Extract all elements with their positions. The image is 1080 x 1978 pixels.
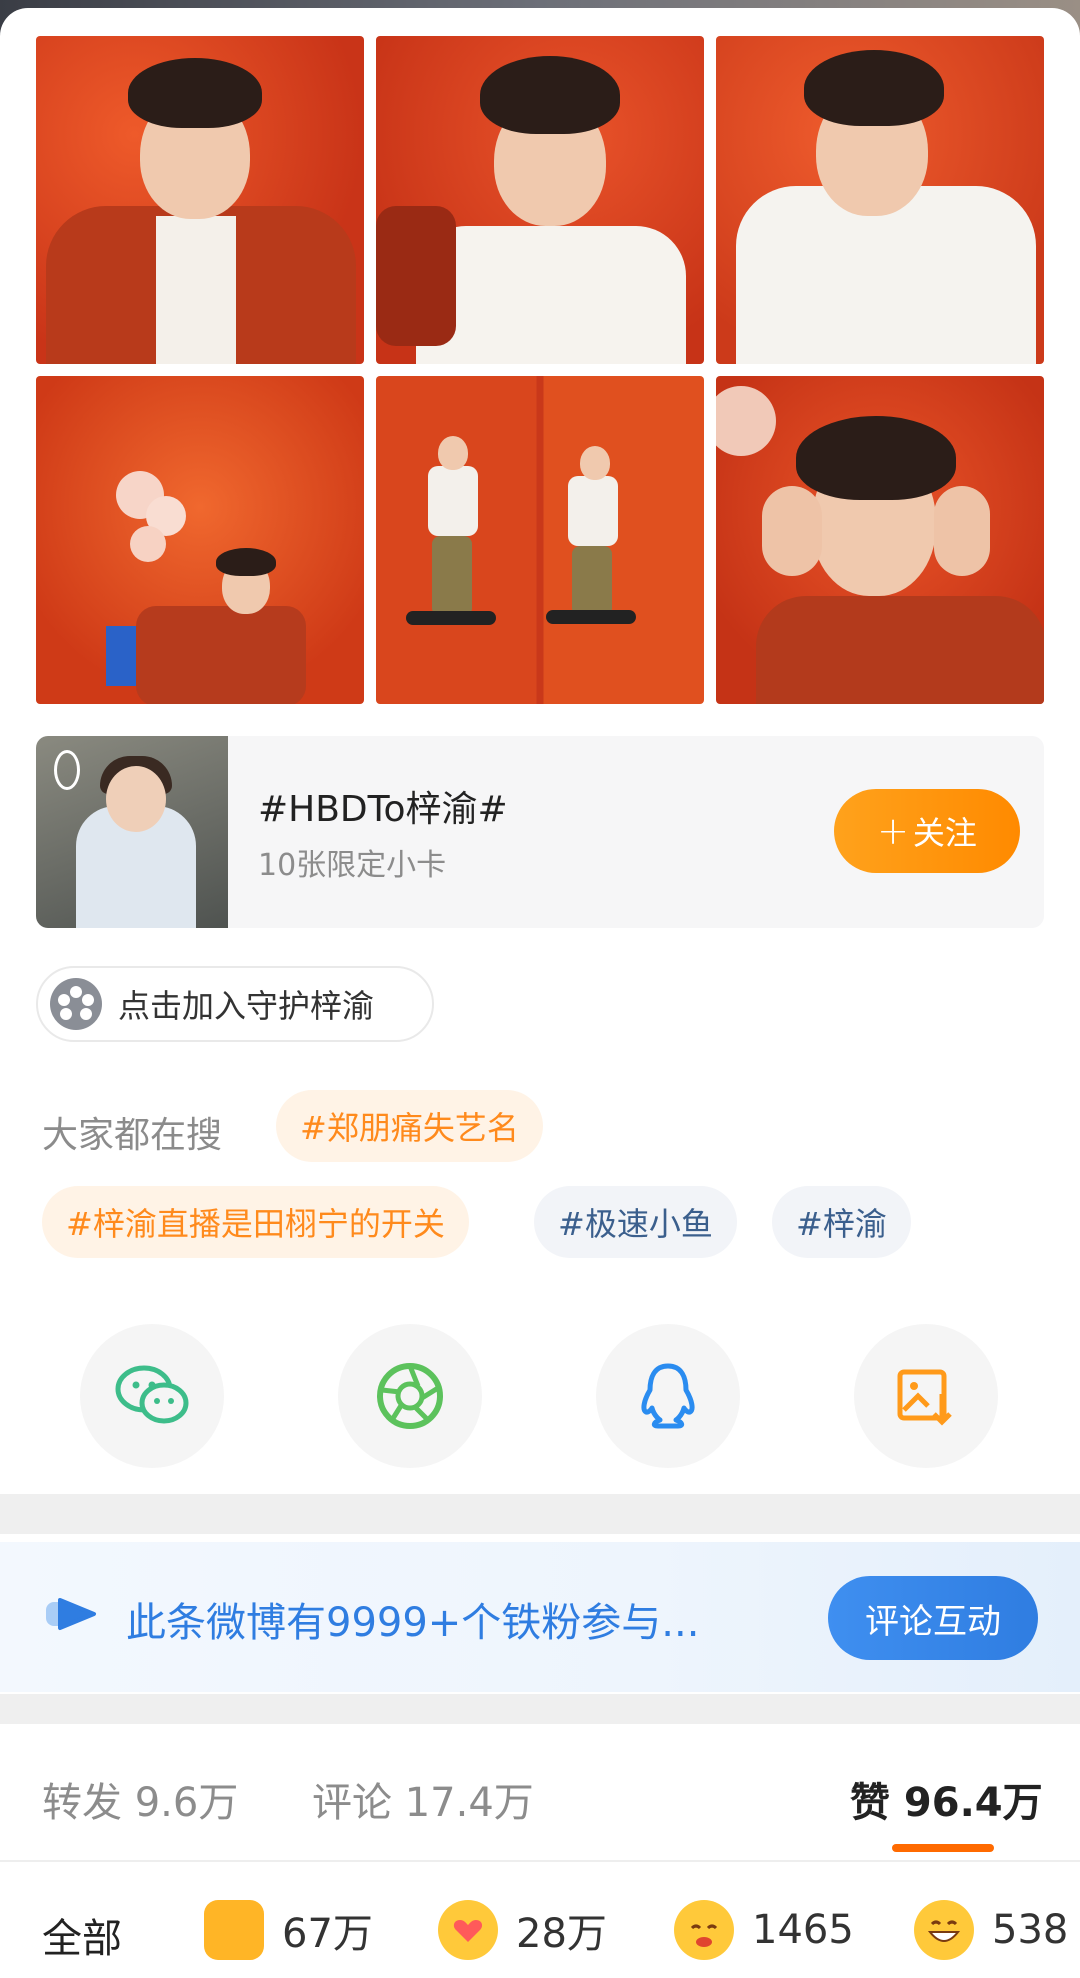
hot-search-tag[interactable]: #极速小鱼 (534, 1186, 737, 1258)
hot-search-tag[interactable]: #梓渝直播是田栩宁的开关 (42, 1186, 469, 1258)
wechat-icon (115, 1365, 189, 1424)
hot-search-tag[interactable]: #郑朋痛失艺名 (276, 1090, 543, 1162)
reaction-filter-hug[interactable]: 1465 (674, 1900, 854, 1960)
topic-subtitle: 10张限定小卡 (258, 848, 447, 883)
moments-icon (377, 1363, 443, 1429)
share-qq-button[interactable] (596, 1324, 740, 1468)
reaction-count: 1465 (752, 1907, 854, 1953)
photo-4[interactable] (36, 376, 364, 704)
play-arrows-icon (46, 1598, 96, 1630)
repost-tab[interactable]: 转发 9.6万 (42, 1770, 238, 1828)
reaction-count: 28万 (516, 1911, 607, 1957)
post-detail-sheet: #HBDTo梓渝# 10张限定小卡 + 关注 点击加入守护梓渝 大家都在搜 #郑… (0, 8, 1080, 1978)
thumbs-up-icon (204, 1900, 264, 1960)
like-tab[interactable]: 赞 96.4万 (850, 1770, 1043, 1828)
active-tab-indicator (892, 1844, 994, 1852)
hot-search-label: 大家都在搜 (42, 1115, 223, 1156)
topic-thumbnail (36, 736, 228, 928)
share-save-image-button[interactable] (854, 1324, 998, 1468)
follow-button[interactable]: + 关注 (834, 789, 1020, 873)
fan-banner-text: 此条微博有9999+个铁粉参与... (126, 1600, 700, 1646)
section-divider (0, 1494, 1080, 1534)
comment-interaction-button[interactable]: 评论互动 (828, 1576, 1038, 1660)
section-divider (0, 1694, 1080, 1724)
plus-icon: + (877, 809, 909, 853)
hot-search-tag[interactable]: #梓渝 (772, 1186, 911, 1258)
reaction-count: 538 (992, 1907, 1069, 1953)
join-guard-label: 点击加入守护梓渝 (118, 987, 375, 1025)
photo-grid (36, 36, 1044, 712)
reaction-filter-grin[interactable]: 538 (914, 1900, 1068, 1960)
reaction-filter-thumbs-up[interactable]: 67万 (204, 1900, 373, 1960)
reaction-filter-heart[interactable]: 28万 (438, 1900, 607, 1960)
photo-1[interactable] (36, 36, 364, 364)
hug-face-icon (674, 1900, 734, 1960)
share-moments-button[interactable] (338, 1324, 482, 1468)
flower-icon (50, 978, 102, 1030)
fan-interaction-banner[interactable]: 此条微博有9999+个铁粉参与... 评论互动 (0, 1542, 1080, 1692)
photo-5[interactable] (376, 376, 704, 704)
heart-face-icon (438, 1900, 498, 1960)
comment-tab[interactable]: 评论 17.4万 (312, 1770, 534, 1828)
reaction-count: 67万 (282, 1911, 373, 1957)
reaction-filter-all[interactable]: 全部 (42, 1906, 122, 1964)
join-guard-button[interactable]: 点击加入守护梓渝 (36, 966, 434, 1042)
topic-card[interactable]: #HBDTo梓渝# 10张限定小卡 + 关注 (36, 736, 1044, 928)
grin-face-icon (914, 1900, 974, 1960)
stats-divider (0, 1860, 1080, 1862)
save-image-icon (897, 1369, 952, 1426)
photo-6[interactable] (716, 376, 1044, 704)
topic-title[interactable]: #HBDTo梓渝# (258, 780, 508, 832)
qq-icon (641, 1363, 695, 1429)
follow-label: 关注 (912, 814, 977, 852)
share-wechat-button[interactable] (80, 1324, 224, 1468)
photo-3[interactable] (716, 36, 1044, 364)
photo-2[interactable] (376, 36, 704, 364)
